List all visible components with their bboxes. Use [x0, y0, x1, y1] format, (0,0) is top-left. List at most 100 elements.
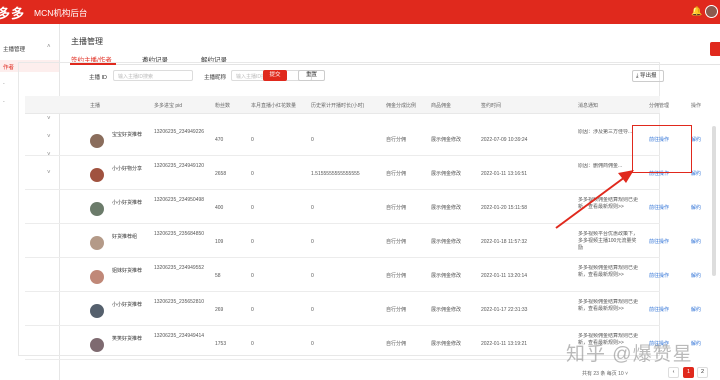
avatar	[90, 270, 104, 284]
prev-page-button[interactable]: ‹	[668, 367, 679, 378]
pid-cell: 13206235_234949120	[154, 163, 205, 169]
anchor-name: 小小好货推荐	[112, 302, 143, 308]
avatar	[90, 304, 104, 318]
time-cell: 2022-01-17 22:31:33	[481, 307, 528, 313]
manage-link[interactable]: 前往操作	[649, 307, 685, 314]
anchor-name: 笑笑好货推荐	[112, 336, 143, 342]
page-2-button[interactable]: 2	[697, 367, 708, 378]
table-header: 主播 多多进宝 pid 粉丝数 本月直播小红花数量 历史累计开播时长(小时) 佣…	[25, 96, 701, 114]
notice-cell: 原因：删佣商佣金...	[578, 163, 623, 169]
avatar	[90, 134, 104, 148]
scrollbar[interactable]	[712, 126, 716, 276]
user-avatar[interactable]	[705, 5, 718, 18]
ratio-cell: 自行分佣	[386, 273, 407, 279]
col-ratio: 佣金分成比例	[386, 103, 417, 109]
per-page-select[interactable]: 10	[618, 371, 624, 377]
sidebar-item-anchor-management[interactable]: 主播管理 ˄	[0, 42, 59, 54]
commission-cell[interactable]: 展示佣金修改	[431, 273, 476, 280]
notice-cell: 多多视频平台优惠政策下，多多视频主播100元流量奖励	[578, 231, 639, 251]
time-cell: 2022-01-11 13:16:51	[481, 171, 528, 177]
sidebar-item-label: ·	[3, 81, 5, 87]
sidebar-item-label: ·	[3, 99, 5, 105]
pid-cell: 13206235_235652810	[154, 299, 205, 305]
col-fans: 粉丝数	[215, 103, 231, 109]
terminate-link[interactable]: 解约	[691, 341, 711, 348]
nickname-filter-label: 主播昵称	[204, 75, 227, 81]
pid-cell: 13206235_234950498	[154, 197, 205, 203]
commission-cell[interactable]: 展示佣金修改	[431, 171, 476, 178]
hours-cell: 1.5155555555555555	[311, 171, 360, 177]
flowers-cell: 0	[251, 341, 254, 347]
hours-cell: 0	[311, 137, 314, 143]
hours-cell: 0	[311, 307, 314, 313]
highlight-box	[632, 125, 692, 173]
manage-link[interactable]: 前往操作	[649, 273, 685, 280]
fans-cell: 1753	[215, 341, 227, 347]
commission-cell[interactable]: 展示佣金修改	[431, 137, 476, 144]
commission-cell[interactable]: 展示佣金修改	[431, 341, 476, 348]
flowers-cell: 0	[251, 137, 254, 143]
pid-cell: 13206235_234949552	[154, 265, 205, 271]
export-button[interactable]: ⤓ 导出报	[632, 70, 664, 82]
bell-icon[interactable]: 🔔	[691, 6, 702, 17]
table-row: 小小好货推荐 13206235_235652810 269 0 0 自行分佣 展示佣金修改 2…	[25, 296, 701, 326]
page-title: 主播管理	[71, 37, 103, 46]
flowers-cell: 0	[251, 273, 254, 279]
time-cell: 2022-01-18 11:57:32	[481, 239, 528, 245]
commission-cell[interactable]: 展示佣金修改	[431, 307, 476, 314]
fans-cell: 269	[215, 307, 224, 313]
hours-cell: 0	[311, 239, 314, 245]
top-bar: 多多 MCN机构后台 🔔	[0, 0, 720, 24]
export-label: 导出报	[639, 73, 657, 79]
table-row: 小小好货推荐 13206235_234950498 400 0 0 自行分佣 展示佣金修改 2…	[25, 194, 701, 224]
app-title: MCN机构后台	[34, 8, 88, 18]
terminate-link[interactable]: 解约	[691, 205, 711, 212]
total-count: 共有 23 条	[582, 371, 606, 377]
time-cell: 2022-01-20 15:11:58	[481, 205, 528, 211]
anchor-name: 小小好物分享	[112, 166, 143, 172]
notice-cell: 多多视频佣金结算规则已更新，查看最新规则>>	[578, 299, 639, 312]
reset-button[interactable]: 重置	[298, 70, 325, 81]
flowers-cell: 0	[251, 239, 254, 245]
commission-cell[interactable]: 展示佣金修改	[431, 205, 476, 212]
col-notice: 消息通知	[578, 103, 599, 109]
ratio-cell: 自行分佣	[386, 171, 407, 177]
pid-cell: 13206235_234949414	[154, 333, 205, 339]
time-cell: 2022-07-09 10:39:24	[481, 137, 528, 143]
per-page-label: 每页	[606, 371, 617, 377]
flowers-cell: 0	[251, 205, 254, 211]
anchor-name: 好货推荐组	[112, 234, 138, 240]
avatar	[90, 338, 104, 352]
chevron-up-icon: ˄	[47, 44, 51, 50]
col-operation: 操作	[691, 103, 702, 109]
avatar	[90, 202, 104, 216]
pid-cell: 13206235_234949226	[154, 129, 205, 135]
ratio-cell: 自行分佣	[386, 341, 407, 347]
ratio-cell: 自行分佣	[386, 307, 407, 313]
fans-cell: 470	[215, 137, 224, 143]
avatar	[90, 168, 104, 182]
id-filter-label: 主播 ID	[89, 75, 108, 81]
flowers-cell: 0	[251, 307, 254, 313]
fans-cell: 400	[215, 205, 224, 211]
commission-cell[interactable]: 展示佣金修改	[431, 239, 476, 246]
terminate-link[interactable]: 解约	[691, 239, 711, 246]
col-commission: 商品佣金	[431, 103, 452, 109]
manage-link[interactable]: 前往操作	[649, 239, 685, 246]
hours-cell: 0	[311, 341, 314, 347]
ratio-cell: 自行分佣	[386, 137, 407, 143]
notice-cell: 多多视频佣金结算规则已更新，查看最新规则>>	[578, 265, 639, 278]
manage-link[interactable]: 前往操作	[649, 205, 685, 212]
pid-cell: 13206235_235684850	[154, 231, 205, 237]
page-1-button[interactable]: 1	[683, 367, 694, 378]
notice-cell: 原因：涉及第三方佳导...	[578, 129, 633, 135]
submit-button[interactable]: 提交	[263, 70, 287, 81]
col-time: 签约时间	[481, 103, 502, 109]
terminate-link[interactable]: 解约	[691, 307, 711, 314]
terminate-link[interactable]: 解约	[691, 171, 711, 178]
terminate-link[interactable]: 解约	[691, 273, 711, 280]
table-row: 姐妹好货推荐 13206235_234949552 58 0 0 自行分佣 展示佣金修改 20…	[25, 262, 701, 292]
flowers-cell: 0	[251, 171, 254, 177]
anchor-id-input[interactable]: 输入主播ID搜索	[113, 70, 193, 81]
terminate-link[interactable]: 解约	[691, 137, 711, 144]
